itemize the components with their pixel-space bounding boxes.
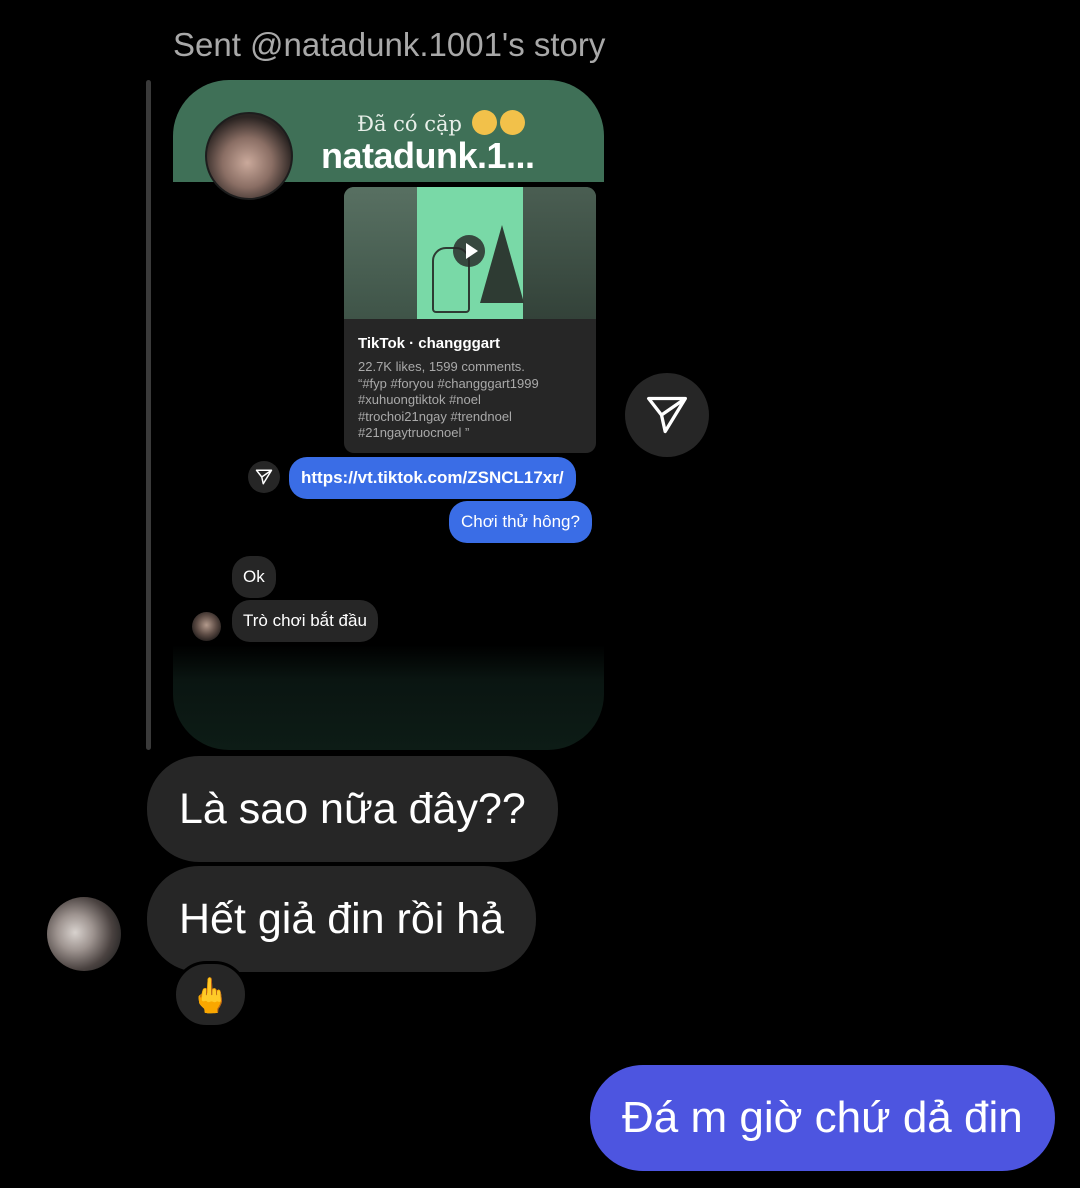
received-message[interactable]: Hết giả đin rồi hả: [147, 866, 537, 972]
story-username[interactable]: natadunk.1...: [321, 135, 535, 177]
link-message[interactable]: https://vt.tiktok.com/ZSNCL17xr/: [289, 457, 576, 499]
mini-forward-button[interactable]: [248, 461, 280, 493]
tiktok-share-card[interactable]: TikTok · changggart 22.7K likes, 1599 co…: [344, 187, 596, 453]
story-caption: Đã có cặp: [357, 110, 525, 136]
reaction-emoji[interactable]: 🖕: [173, 961, 248, 1028]
share-card-meta-line: #xuhuongtiktok #noel: [358, 392, 481, 407]
thumbnail-blur-right: [523, 187, 596, 319]
share-card-description: 22.7K likes, 1599 comments. “#fyp #foryo…: [358, 359, 588, 442]
share-card-meta-line: #trochoi21ngay #trendnoel: [358, 408, 512, 424]
story-preview[interactable]: Đã có cặp natadunk.1... TikTok · changgg…: [173, 80, 604, 750]
paper-plane-icon: [647, 396, 687, 434]
sender-avatar[interactable]: [47, 897, 121, 971]
reply-ok-message: Ok: [232, 556, 276, 598]
share-card-meta-line: #21ngaytruocnoel ”: [358, 425, 470, 440]
sent-message[interactable]: Đá m giờ chứ dả đin: [590, 1065, 1055, 1171]
thumbnail-blur-left: [344, 187, 417, 319]
hug-emoji-icon: [499, 110, 525, 135]
mini-avatar: [192, 612, 221, 641]
story-author-avatar[interactable]: [205, 112, 293, 200]
play-triangle-icon: [466, 243, 478, 259]
story-caption-text: Đã có cặp: [357, 112, 462, 136]
reply-start-message: Trò chơi bắt đầu: [232, 600, 378, 642]
received-message[interactable]: Là sao nữa đây??: [147, 756, 558, 862]
sent-story-label: Sent @natadunk.1001's story: [173, 26, 606, 63]
reply-indicator-line: [146, 80, 151, 750]
christmas-tree-icon: [480, 225, 524, 303]
hug-emoji-icon: [471, 110, 497, 135]
share-card-meta-line: “#fyp #foryou #changggart1999: [358, 375, 539, 391]
paper-plane-icon: [255, 469, 273, 485]
question-message: Chơi thử hông?: [449, 501, 592, 543]
share-card-title: TikTok · changggart: [358, 335, 500, 352]
forward-button[interactable]: [625, 373, 709, 457]
share-card-meta-line: 22.7K likes, 1599 comments.: [358, 359, 525, 374]
